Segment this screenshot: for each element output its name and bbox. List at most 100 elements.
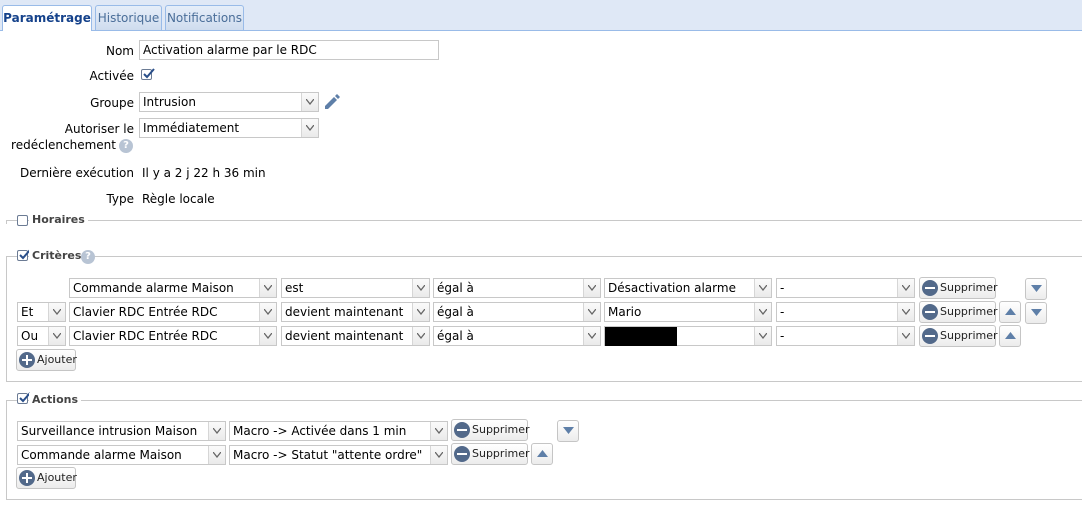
critere-operator-value: Ou	[21, 329, 39, 343]
supprimer-button[interactable]: Supprimer	[919, 325, 998, 347]
chevron-down-icon[interactable]	[48, 303, 65, 321]
pencil-icon[interactable]	[322, 93, 340, 111]
critere-extra-select[interactable]: -	[776, 302, 915, 322]
supprimer-label: Supprimer	[940, 281, 998, 294]
action-command-select[interactable]: Macro -> Activée dans 1 min	[229, 421, 448, 441]
type-value: Règle locale	[142, 192, 215, 206]
nom-input[interactable]: Activation alarme par le RDC	[139, 40, 439, 60]
tab-parametrage[interactable]: Paramétrage	[2, 5, 92, 31]
critere-device-select[interactable]: Clavier RDC Entrée RDC	[69, 326, 277, 346]
chevron-down-icon[interactable]	[259, 279, 276, 297]
critere-value-select[interactable]: Désactivation alarme	[604, 278, 772, 298]
tab-historique[interactable]: Historique	[95, 5, 162, 30]
critere-device-value: Clavier RDC Entrée RDC	[73, 329, 218, 343]
chevron-down-icon[interactable]	[259, 327, 276, 345]
critere-compare-value: égal à	[437, 281, 474, 295]
criteres-checkbox[interactable]	[17, 249, 31, 261]
move-up-button[interactable]	[531, 443, 553, 465]
chevron-down-icon[interactable]	[583, 279, 600, 297]
critere-device-select[interactable]: Commande alarme Maison	[69, 278, 277, 298]
chevron-down-icon[interactable]	[48, 327, 65, 345]
type-label: Type	[106, 192, 134, 206]
critere-compare-select[interactable]: égal à	[433, 278, 601, 298]
critere-compare-value: égal à	[437, 305, 474, 319]
chevron-down-icon[interactable]	[412, 327, 429, 345]
groupe-select-value: Intrusion	[143, 95, 196, 109]
ajouter-action-button[interactable]: Ajouter	[16, 467, 77, 489]
critere-device-value: Clavier RDC Entrée RDC	[73, 305, 218, 319]
action-device-select[interactable]: Commande alarme Maison	[17, 445, 226, 465]
move-up-button[interactable]	[999, 301, 1021, 323]
arrow-up-icon	[1005, 332, 1016, 339]
redacted-value	[605, 327, 677, 346]
critere-device-select[interactable]: Clavier RDC Entrée RDC	[69, 302, 277, 322]
action-command-value: Macro -> Activée dans 1 min	[233, 424, 407, 438]
chevron-down-icon[interactable]	[412, 303, 429, 321]
supprimer-button[interactable]: Supprimer	[451, 419, 530, 441]
critere-value-select[interactable]: Mario	[604, 302, 772, 322]
critere-compare-select[interactable]: égal à	[433, 326, 601, 346]
critere-extra-select[interactable]: -	[776, 278, 915, 298]
critere-verb-select[interactable]: devient maintenant	[281, 326, 430, 346]
help-icon[interactable]: ?	[119, 139, 133, 153]
horaires-legend[interactable]: Horaires	[29, 213, 88, 227]
minus-circle-icon	[454, 446, 470, 462]
supprimer-button[interactable]: Supprimer	[451, 443, 530, 465]
critere-compare-select[interactable]: égal à	[433, 302, 601, 322]
actions-legend[interactable]: Actions	[29, 393, 81, 407]
chevron-down-icon[interactable]	[430, 422, 447, 440]
chevron-down-icon[interactable]	[754, 327, 771, 345]
chevron-down-icon[interactable]	[208, 446, 225, 464]
tab-notifications[interactable]: Notifications	[165, 5, 244, 30]
critere-operator-value: Et	[21, 305, 34, 319]
chevron-down-icon[interactable]	[259, 303, 276, 321]
help-icon[interactable]: ?	[81, 250, 95, 264]
chevron-down-icon[interactable]	[754, 279, 771, 297]
action-device-value: Surveillance intrusion Maison	[21, 424, 198, 438]
critere-verb-select[interactable]: est	[281, 278, 430, 298]
arrow-down-icon	[1031, 309, 1042, 316]
ajouter-label: Ajouter	[37, 353, 77, 366]
derniere-execution-value: Il y a 2 j 22 h 36 min	[142, 166, 266, 180]
derniere-execution-label: Dernière exécution	[19, 166, 134, 180]
horaires-checkbox[interactable]	[17, 215, 28, 226]
groupe-label: Groupe	[90, 96, 134, 110]
critere-operator-select[interactable]: Ou	[17, 326, 66, 346]
supprimer-button[interactable]: Supprimer	[919, 301, 998, 323]
critere-operator-select[interactable]: Et	[17, 302, 66, 322]
autoriser-select[interactable]: Immédiatement	[139, 118, 319, 138]
chevron-down-icon[interactable]	[897, 303, 914, 321]
chevron-down-icon[interactable]	[430, 446, 447, 464]
tab-bar: Paramétrage Historique Notifications	[0, 0, 1082, 31]
critere-extra-value: -	[780, 329, 785, 343]
move-down-button[interactable]	[1025, 302, 1047, 324]
critere-extra-value: -	[780, 281, 785, 295]
action-command-value: Macro -> Statut "attente ordre"	[233, 448, 423, 462]
action-device-select[interactable]: Surveillance intrusion Maison	[17, 421, 226, 441]
move-up-button[interactable]	[999, 325, 1021, 347]
critere-verb-select[interactable]: devient maintenant	[281, 302, 430, 322]
chevron-down-icon[interactable]	[301, 93, 318, 111]
ajouter-critere-button[interactable]: Ajouter	[16, 349, 77, 371]
chevron-down-icon[interactable]	[301, 119, 318, 137]
chevron-down-icon[interactable]	[897, 327, 914, 345]
chevron-down-icon[interactable]	[583, 303, 600, 321]
horaires-fieldset	[6, 220, 1082, 224]
chevron-down-icon[interactable]	[208, 422, 225, 440]
criteres-legend[interactable]: Critères	[29, 249, 85, 263]
action-command-select[interactable]: Macro -> Statut "attente ordre"	[229, 445, 448, 465]
groupe-select[interactable]: Intrusion	[139, 92, 319, 112]
chevron-down-icon[interactable]	[583, 327, 600, 345]
critere-extra-select[interactable]: -	[776, 326, 915, 346]
arrow-up-icon	[537, 450, 548, 457]
move-down-button[interactable]	[1025, 278, 1047, 300]
arrow-down-icon	[1031, 285, 1042, 292]
chevron-down-icon[interactable]	[412, 279, 429, 297]
supprimer-button[interactable]: Supprimer	[919, 277, 998, 299]
actions-checkbox[interactable]	[17, 392, 31, 404]
chevron-down-icon[interactable]	[897, 279, 914, 297]
move-down-button[interactable]	[557, 420, 579, 442]
activee-checkbox[interactable]	[141, 68, 155, 80]
chevron-down-icon[interactable]	[754, 303, 771, 321]
minus-circle-icon	[454, 422, 470, 438]
